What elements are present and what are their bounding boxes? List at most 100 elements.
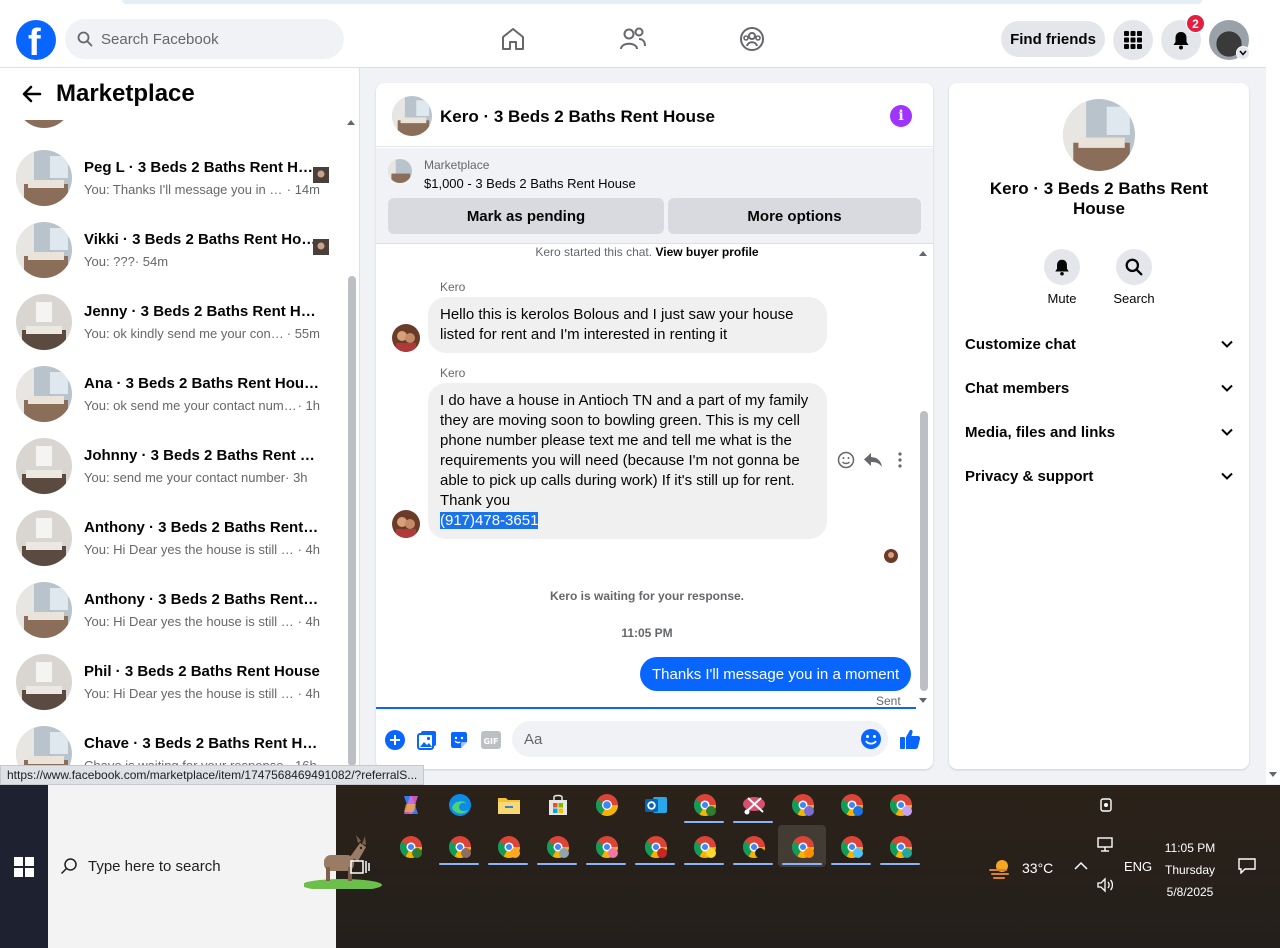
volume-icon[interactable] (1097, 877, 1115, 893)
chat-thumbnail[interactable] (392, 96, 432, 136)
list-item[interactable]: Johnny · 3 Beds 2 Baths Rent House You: s… (0, 430, 345, 502)
chat-started-text: Kero started this chat. (535, 245, 653, 259)
chrome-icon[interactable] (396, 832, 426, 862)
running-indicator (782, 863, 822, 865)
chrome-icon[interactable] (837, 832, 867, 862)
sidebar-scrollbar-thumb[interactable] (348, 276, 356, 766)
scroll-down-arrow-icon[interactable] (918, 697, 928, 705)
facebook-logo[interactable]: f (16, 20, 56, 64)
selected-phone-number[interactable]: (917)478-3651 (440, 512, 539, 529)
plus-circle-icon[interactable] (384, 729, 406, 751)
scroll-up-arrow-icon[interactable] (918, 249, 928, 257)
home-icon[interactable] (498, 24, 528, 54)
taskbar-clock[interactable]: 11:05 PM Thursday 5/8/2025 (1160, 837, 1220, 903)
notification-center-icon[interactable] (1238, 858, 1256, 874)
message-input-box[interactable] (512, 721, 888, 757)
list-item[interactable]: Phil · 3 Beds 2 Baths Rent House You: Hi … (0, 646, 345, 718)
chat-scrollbar-thumb[interactable] (920, 411, 928, 691)
reply-icon[interactable] (863, 451, 883, 469)
search-in-chat-button[interactable]: Search (1099, 249, 1169, 306)
chrome-icon[interactable] (886, 790, 916, 820)
outlook-icon[interactable] (641, 790, 671, 820)
more-vertical-icon[interactable] (891, 451, 909, 469)
chrome-profile-icon[interactable] (690, 790, 720, 820)
copilot-icon[interactable] (396, 790, 426, 820)
sticker-icon[interactable] (448, 729, 470, 751)
conversation-snippet: You: ok send me your contact number · 1h (84, 398, 320, 413)
chevron-down-icon[interactable] (1236, 46, 1250, 60)
listing-price-title[interactable]: $1,000 - 3 Beds 2 Baths Rent House (424, 176, 636, 191)
chrome-icon[interactable] (690, 832, 720, 862)
chat-info-thumbnail[interactable] (1063, 99, 1135, 171)
donkey-search-highlight-icon (304, 835, 382, 889)
thumbs-up-icon[interactable] (898, 727, 922, 751)
taskbar-search-box[interactable]: Type here to search (48, 785, 382, 948)
chrome-icon[interactable] (592, 790, 622, 820)
chevron-up-icon[interactable] (1074, 861, 1088, 870)
find-friends-button[interactable]: Find friends (1001, 21, 1105, 57)
mark-as-pending-button[interactable]: Mark as pending (388, 198, 664, 234)
chrome-icon[interactable] (739, 832, 769, 862)
groups-icon[interactable] (737, 24, 767, 54)
section-chat-members[interactable]: Chat members (965, 368, 1233, 408)
list-item[interactable]: Ana · 3 Beds 2 Baths Rent House You: ok s… (0, 358, 345, 430)
language-indicator[interactable]: ENG (1124, 859, 1152, 874)
scroll-up-arrow-icon[interactable] (346, 118, 356, 126)
conversation-name: Jenny · 3 Beds 2 Baths Rent House (84, 303, 320, 320)
friends-icon[interactable] (618, 24, 648, 54)
list-item[interactable]: Jenny · 3 Beds 2 Baths Rent House You: ok… (0, 286, 345, 358)
chrome-icon[interactable] (592, 832, 622, 862)
windows-start-icon[interactable] (14, 857, 34, 877)
edge-icon[interactable] (445, 790, 475, 820)
file-explorer-icon[interactable] (494, 790, 524, 820)
chrome-icon[interactable] (641, 832, 671, 862)
menu-button[interactable] (1113, 20, 1153, 60)
snippet-text: You: Hi Dear yes the house is still avai… (84, 686, 298, 701)
list-item[interactable]: Vikki · 3 Beds 2 Baths Rent House You: ??… (0, 214, 345, 286)
chrome-icon[interactable] (788, 832, 818, 862)
mute-button[interactable]: Mute (1027, 249, 1097, 306)
task-view-icon[interactable] (350, 858, 370, 876)
section-customize-chat[interactable]: Customize chat (965, 324, 1233, 364)
react-emoji-icon[interactable] (837, 451, 855, 469)
listing-thumbnail[interactable] (388, 159, 412, 183)
incoming-message[interactable]: I do have a house in Antioch TN and a pa… (428, 383, 827, 539)
photo-icon[interactable] (416, 729, 438, 751)
meet-now-icon[interactable] (1098, 797, 1114, 813)
page-scrollbar[interactable] (1266, 8, 1280, 784)
chrome-icon[interactable] (445, 832, 475, 862)
view-buyer-profile-link[interactable]: View buyer profile (655, 245, 758, 259)
scroll-down-arrow-icon[interactable] (1268, 771, 1278, 779)
chrome-icon[interactable] (788, 790, 818, 820)
mute-button-circle[interactable] (1044, 249, 1080, 285)
info-icon[interactable]: i (890, 105, 912, 127)
outgoing-message[interactable]: Thanks I'll message you in a moment (640, 657, 912, 691)
section-label: Chat members (965, 379, 1070, 397)
list-item[interactable]: Peg L · 3 Beds 2 Baths Rent House You: Th… (0, 142, 345, 214)
network-icon[interactable] (1097, 837, 1115, 853)
list-item[interactable]: Anthony · 3 Beds 2 Baths Rent House You: … (0, 574, 345, 646)
incoming-message[interactable]: Hello this is kerolos Bolous and I just … (428, 297, 827, 353)
snipping-tool-icon[interactable] (739, 790, 769, 820)
weather-widget[interactable]: 33°C (988, 857, 1053, 879)
sender-avatar[interactable] (392, 324, 420, 352)
search-facebook-box[interactable] (65, 19, 344, 59)
chrome-icon[interactable] (494, 832, 524, 862)
back-arrow-icon[interactable] (20, 82, 44, 111)
section-media-files-links[interactable]: Media, files and links (965, 412, 1233, 452)
chrome-icon[interactable] (543, 832, 573, 862)
search-button-circle[interactable] (1116, 249, 1152, 285)
emoji-icon[interactable] (860, 728, 882, 750)
sender-avatar[interactable] (392, 510, 420, 538)
message-input[interactable] (524, 730, 844, 748)
gif-icon[interactable]: GIF (479, 729, 503, 751)
section-privacy-support[interactable]: Privacy & support (965, 456, 1233, 496)
microsoft-store-icon[interactable] (543, 790, 573, 820)
chrome-icon[interactable] (837, 790, 867, 820)
chat-title[interactable]: Kero · 3 Beds 2 Baths Rent House (440, 107, 715, 127)
chrome-icon[interactable] (886, 832, 916, 862)
list-item[interactable]: Anthony · 3 Beds 2 Baths Rent House You: … (0, 502, 345, 574)
more-options-button[interactable]: More options (668, 198, 921, 234)
chat-divider (376, 707, 916, 709)
search-facebook-input[interactable] (101, 30, 321, 48)
